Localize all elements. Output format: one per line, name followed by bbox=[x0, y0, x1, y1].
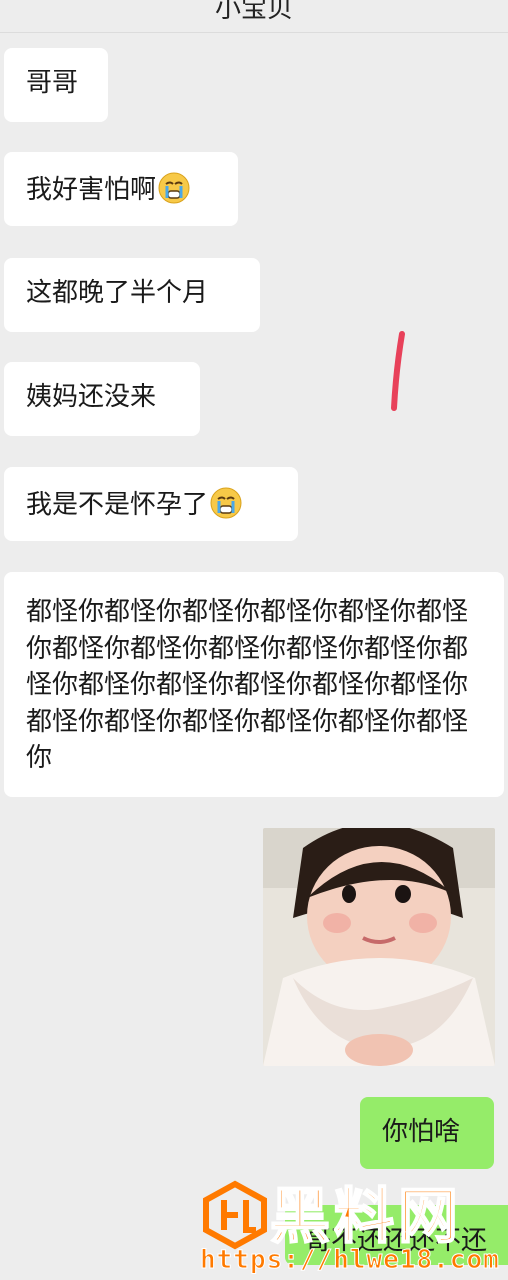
message-text: 你怕啥 bbox=[382, 1117, 461, 1147]
watermark-logo bbox=[203, 1180, 267, 1250]
message-text: 我好害怕啊 bbox=[26, 175, 157, 205]
message-text: 都怪你都怪你都怪你都怪你都怪你都怪你都怪你都怪你都怪你都怪你都怪你都怪你都怪你都… bbox=[26, 597, 469, 773]
message-bubble-incoming[interactable]: 都怪你都怪你都怪你都怪你都怪你都怪你都怪你都怪你都怪你都怪你都怪你都怪你都怪你都… bbox=[4, 572, 504, 797]
message-bubble-incoming[interactable]: 哥哥 bbox=[4, 48, 108, 122]
message-bubble-outgoing[interactable]: 你怕啥 bbox=[360, 1097, 494, 1169]
message-bubble-incoming[interactable]: 我好害怕啊 bbox=[4, 152, 238, 226]
message-bubble-incoming[interactable]: 这都晚了半个月 bbox=[4, 258, 260, 332]
message-bubble-incoming[interactable]: 姨妈还没来 bbox=[4, 362, 200, 436]
message-text: 姨妈还没来 bbox=[26, 382, 157, 412]
crying-face-icon bbox=[158, 172, 190, 204]
message-text: 这都晚了半个月 bbox=[26, 278, 209, 308]
baby-photo[interactable] bbox=[263, 828, 495, 1066]
watermark-brand: 黑料网 bbox=[269, 1181, 462, 1253]
chat-title: 小宝贝 bbox=[214, 0, 293, 24]
message-bubble-incoming[interactable]: 我是不是怀孕了 bbox=[4, 467, 298, 541]
chat-header: 小宝贝 bbox=[0, 0, 508, 33]
crying-face-icon bbox=[210, 487, 242, 519]
red-pen-mark bbox=[391, 331, 405, 411]
watermark-url: https://hlwe18.com bbox=[200, 1245, 500, 1276]
message-text: 哥哥 bbox=[26, 68, 79, 98]
photo-illustration bbox=[263, 828, 495, 1066]
message-text: 我是不是怀孕了 bbox=[26, 490, 209, 520]
